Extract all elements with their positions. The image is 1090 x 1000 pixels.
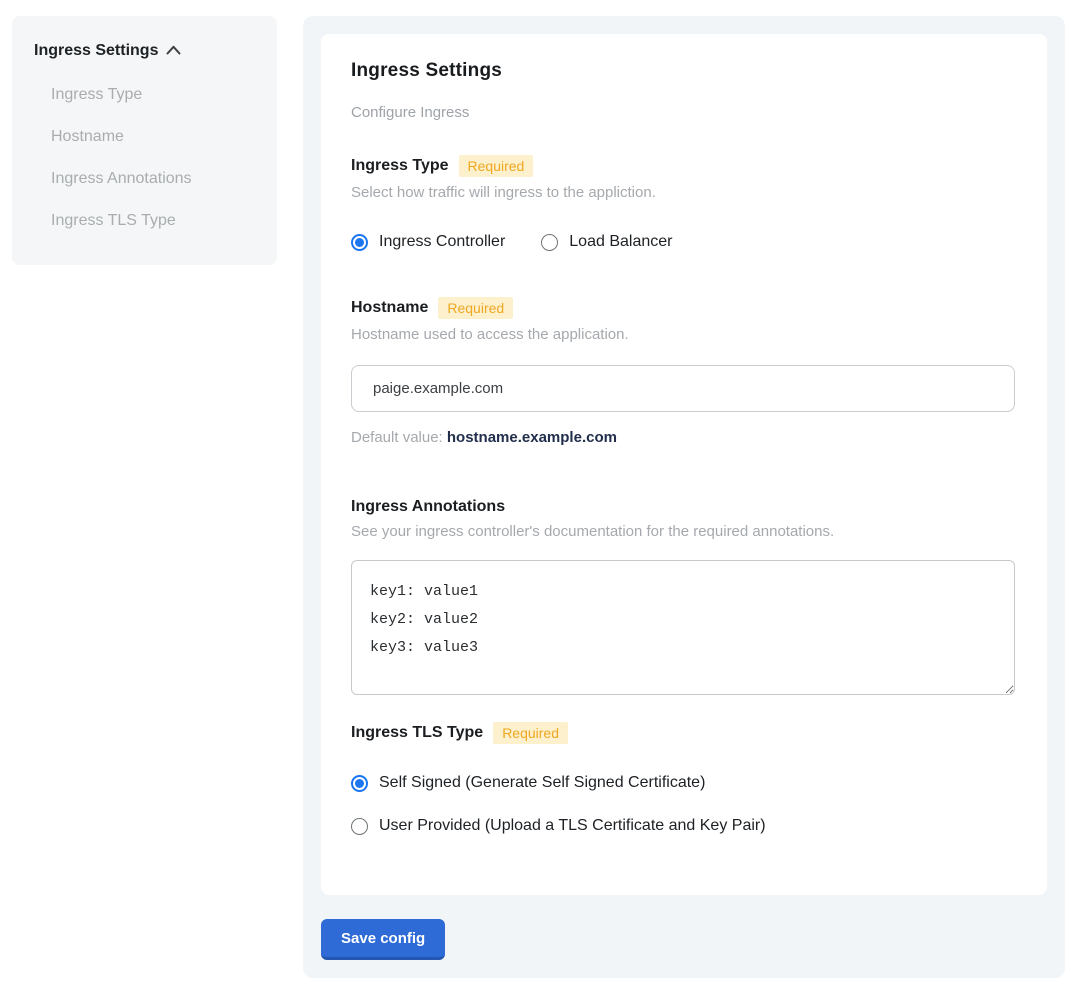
ingress-type-section: Ingress Type Required Select how traffic… xyxy=(351,155,1015,251)
ingress-settings-card: Ingress Settings Configure Ingress Ingre… xyxy=(321,34,1047,895)
sidebar: Ingress Settings Ingress Type Hostname I… xyxy=(12,16,277,265)
radio-load-balancer[interactable]: Load Balancer xyxy=(541,233,672,251)
radio-label: Ingress Controller xyxy=(379,233,505,251)
hostname-input[interactable] xyxy=(351,365,1015,412)
page-subtitle: Configure Ingress xyxy=(351,104,1015,121)
radio-self-signed[interactable]: Self Signed (Generate Self Signed Certif… xyxy=(351,774,1015,792)
ingress-type-label: Ingress Type xyxy=(351,157,449,175)
radio-user-provided[interactable]: User Provided (Upload a TLS Certificate … xyxy=(351,817,1015,835)
radio-label: Self Signed (Generate Self Signed Certif… xyxy=(379,774,705,792)
annotations-description: See your ingress controller's documentat… xyxy=(351,523,1015,540)
required-badge: Required xyxy=(438,297,513,319)
hostname-default-hint: Default value: hostname.example.com xyxy=(351,429,1015,446)
tls-type-section: Ingress TLS Type Required Self Signed (G… xyxy=(351,722,1015,835)
main-panel: Ingress Settings Configure Ingress Ingre… xyxy=(303,16,1065,978)
radio-label: Load Balancer xyxy=(569,233,672,251)
save-config-button[interactable]: Save config xyxy=(321,919,445,960)
default-value-prefix: Default value: xyxy=(351,429,447,446)
hostname-label: Hostname xyxy=(351,299,428,317)
sidebar-item-hostname[interactable]: Hostname xyxy=(51,128,257,146)
annotations-section: Ingress Annotations See your ingress con… xyxy=(351,498,1015,700)
sidebar-section-title: Ingress Settings xyxy=(34,42,158,60)
page: Ingress Settings Ingress Type Hostname I… xyxy=(0,0,1090,1000)
default-value: hostname.example.com xyxy=(447,429,617,446)
required-badge: Required xyxy=(459,155,534,177)
radio-ingress-controller[interactable]: Ingress Controller xyxy=(351,233,505,251)
annotations-textarea[interactable]: key1: value1 key2: value2 key3: value3 xyxy=(351,560,1015,695)
radio-button-icon[interactable] xyxy=(351,775,368,792)
radio-button-icon[interactable] xyxy=(541,234,558,251)
sidebar-section-header[interactable]: Ingress Settings xyxy=(34,42,257,60)
tls-type-label: Ingress TLS Type xyxy=(351,724,483,742)
annotations-label: Ingress Annotations xyxy=(351,498,505,516)
chevron-up-icon xyxy=(166,42,181,60)
hostname-section: Hostname Required Hostname used to acces… xyxy=(351,297,1015,446)
sidebar-item-ingress-type[interactable]: Ingress Type xyxy=(51,86,257,104)
ingress-type-description: Select how traffic will ingress to the a… xyxy=(351,184,1015,201)
radio-label: User Provided (Upload a TLS Certificate … xyxy=(379,817,766,835)
sidebar-item-ingress-tls-type[interactable]: Ingress TLS Type xyxy=(51,212,257,230)
ingress-type-radio-group: Ingress Controller Load Balancer xyxy=(351,233,1015,251)
radio-button-icon[interactable] xyxy=(351,234,368,251)
tls-type-radio-group: Self Signed (Generate Self Signed Certif… xyxy=(351,774,1015,835)
required-badge: Required xyxy=(493,722,568,744)
hostname-description: Hostname used to access the application. xyxy=(351,326,1015,343)
radio-button-icon[interactable] xyxy=(351,818,368,835)
page-title: Ingress Settings xyxy=(351,60,1015,82)
sidebar-item-ingress-annotations[interactable]: Ingress Annotations xyxy=(51,170,257,188)
sidebar-nav: Ingress Type Hostname Ingress Annotation… xyxy=(34,86,257,230)
